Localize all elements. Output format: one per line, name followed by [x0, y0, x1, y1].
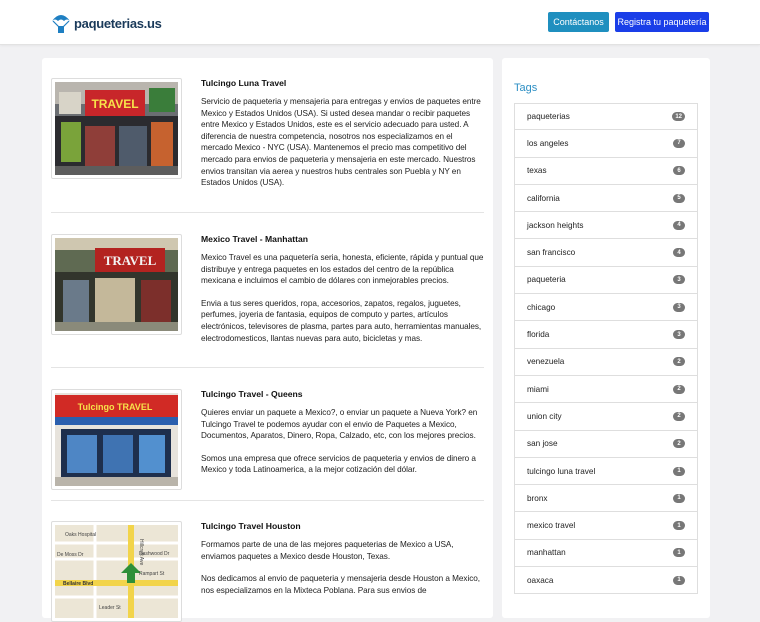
tag-label: mexico travel — [527, 521, 576, 531]
tag-count-badge: 1 — [673, 493, 685, 503]
tag-item[interactable]: paqueteria 3 — [514, 266, 698, 295]
svg-text:Hillcroft Ave: Hillcroft Ave — [138, 539, 144, 566]
brand-logo-link[interactable]: paqueterias.us — [51, 11, 162, 35]
listings-panel: TRAVEL Tulcingo Luna Travel Servicio de … — [42, 58, 493, 622]
listing-title[interactable]: Tulcingo Travel - Queens — [201, 389, 486, 400]
tag-count-badge: 2 — [673, 411, 685, 421]
tag-item[interactable]: california 5 — [514, 184, 698, 213]
listing-description: Mexico Travel es una paquetería seria, h… — [201, 253, 484, 286]
listing-divider — [51, 500, 484, 501]
register-business-button[interactable]: Registra tu paquetería — [615, 12, 709, 32]
tag-count-badge: 1 — [673, 521, 685, 531]
tag-label: bronx — [527, 493, 548, 503]
tag-label: san francisco — [527, 248, 576, 258]
tag-count-badge: 1 — [673, 548, 685, 558]
parachute-package-icon — [52, 15, 70, 33]
tag-label: union city — [527, 411, 562, 421]
tag-count-badge: 5 — [673, 193, 685, 203]
tag-count-badge: 4 — [673, 220, 685, 230]
tag-label: texas — [527, 166, 547, 176]
tag-item[interactable]: jackson heights 4 — [514, 212, 698, 240]
svg-text:Leader St: Leader St — [99, 605, 121, 611]
storefront-photo: TRAVEL — [55, 82, 178, 175]
tag-item[interactable]: union city 2 — [514, 403, 698, 431]
tag-item[interactable]: paqueterias 12 — [514, 103, 698, 131]
tag-count-badge: 3 — [673, 330, 685, 340]
listing-description: Nos dedicamos al envio de paqueteria y m… — [201, 574, 480, 595]
store-sign-text: TRAVEL — [91, 97, 138, 111]
tag-label: manhattan — [527, 548, 566, 558]
svg-text:Oaks Hospital: Oaks Hospital — [65, 532, 96, 538]
tag-label: los angeles — [527, 138, 569, 148]
tag-count-badge: 1 — [673, 466, 685, 476]
tag-item[interactable]: san francisco 4 — [514, 239, 698, 267]
tag-item[interactable]: oaxaca 1 — [514, 567, 698, 595]
storefront-photo: Tulcingo TRAVEL — [55, 393, 178, 486]
tag-label: paqueterias — [527, 112, 570, 122]
tag-label: venezuela — [527, 357, 565, 367]
tag-label: tulcingo luna travel — [527, 466, 596, 476]
listing-description: Servicio de paqueteria y mensajeria para… — [201, 97, 481, 188]
listing-thumbnail[interactable]: Tulcingo TRAVEL — [51, 389, 182, 490]
brand-name: paqueterias.us — [74, 15, 162, 31]
tag-count-badge: 3 — [673, 302, 685, 312]
tag-count-badge: 2 — [673, 357, 685, 367]
tag-item[interactable]: manhattan 1 — [514, 539, 698, 568]
tag-count-badge: 4 — [673, 248, 685, 258]
tag-item[interactable]: miami 2 — [514, 375, 698, 404]
tag-count-badge: 2 — [673, 439, 685, 449]
listing-thumbnail[interactable]: Oaks Hospital De Moss Dr Dashwood Dr Ram… — [51, 521, 182, 622]
tag-count-badge: 2 — [673, 384, 685, 394]
tags-list: paqueterias 12 los angeles 7 texas 6 californi… — [514, 103, 698, 595]
location-map: Oaks Hospital De Moss Dr Dashwood Dr Ram… — [55, 525, 178, 618]
tag-count-badge: 12 — [672, 112, 685, 122]
store-sign-text: TRAVEL — [104, 253, 157, 268]
svg-text:Rampart St: Rampart St — [139, 571, 165, 577]
svg-text:De Moss Dr: De Moss Dr — [57, 552, 84, 558]
tag-item[interactable]: san jose 2 — [514, 430, 698, 458]
listing-title[interactable]: Mexico Travel - Manhattan — [201, 234, 486, 245]
tag-count-badge: 6 — [673, 166, 685, 176]
tag-label: california — [527, 193, 560, 203]
listing-description: Somos una empresa que ofrece servicios d… — [201, 453, 476, 475]
listing-title[interactable]: Tulcingo Travel Houston — [201, 521, 486, 532]
storefront-photo: TRAVEL — [55, 238, 178, 331]
listing-thumbnail[interactable]: TRAVEL — [51, 234, 182, 335]
tag-item[interactable]: venezuela 2 — [514, 348, 698, 376]
tags-sidebar: Tags paqueterias 12 los angeles 7 texas 6 cali… — [502, 58, 710, 618]
listing-divider — [51, 212, 484, 213]
store-sign-text: Tulcingo TRAVEL — [78, 402, 153, 412]
tag-label: florida — [527, 330, 550, 340]
tag-count-badge: 1 — [673, 575, 685, 585]
tag-label: chicago — [527, 302, 556, 312]
tags-heading: Tags — [514, 82, 538, 94]
tag-count-badge: 3 — [673, 275, 685, 285]
listing-thumbnail[interactable]: TRAVEL — [51, 78, 182, 179]
tag-label: miami — [527, 384, 549, 394]
tag-label: san jose — [527, 439, 558, 449]
tag-item[interactable]: tulcingo luna travel 1 — [514, 457, 698, 486]
listing-description: Envia a tus seres queridos, ropa, acceso… — [201, 298, 482, 343]
tag-label: paqueteria — [527, 275, 566, 285]
tag-item[interactable]: texas 6 — [514, 157, 698, 185]
contact-button[interactable]: Contáctanos — [548, 12, 609, 32]
svg-text:Bellaire Blvd: Bellaire Blvd — [63, 581, 93, 587]
tag-item[interactable]: bronx 1 — [514, 485, 698, 513]
listing-title[interactable]: Tulcingo Luna Travel — [201, 78, 486, 89]
tag-item[interactable]: chicago 3 — [514, 294, 698, 322]
listing-description: Formamos parte de una de las mejores paq… — [201, 540, 454, 561]
tag-item[interactable]: los angeles 7 — [514, 130, 698, 158]
tag-count-badge: 7 — [673, 138, 685, 148]
tag-item[interactable]: florida 3 — [514, 321, 698, 349]
tag-label: oaxaca — [527, 575, 554, 585]
tag-label: jackson heights — [527, 220, 584, 230]
listing-description: Quieres enviar un paquete a Mexico?, o e… — [201, 408, 478, 441]
top-navbar: paqueterias.us Contáctanos Registra tu p… — [0, 0, 760, 45]
listing-divider — [51, 367, 484, 368]
tag-item[interactable]: mexico travel 1 — [514, 512, 698, 540]
